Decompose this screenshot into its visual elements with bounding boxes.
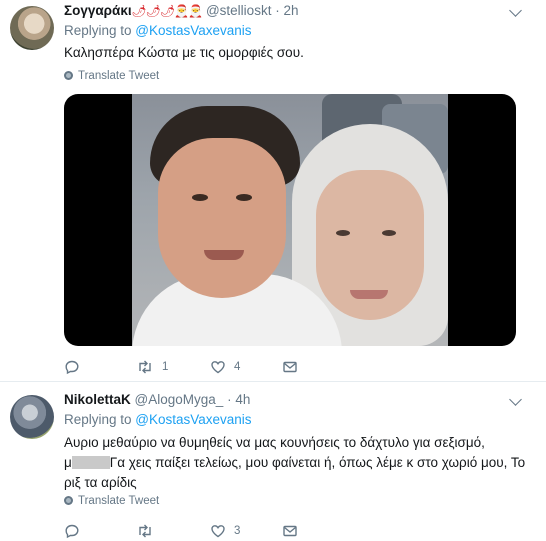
- chili-pepper-icon: 🌶: [131, 4, 147, 18]
- globe-icon: [64, 496, 73, 505]
- name-emoji: 🌶🌶🌶🎅🎅: [131, 4, 204, 18]
- tweet-header: Σογγαράκι🌶🌶🌶🎅🎅 @stellioskt · 2h: [64, 2, 299, 20]
- tweet-text-line: μ Γα χεις παίξει τελείως, μου φαίνεται ή,…: [64, 453, 526, 473]
- like-button[interactable]: 3: [210, 521, 240, 541]
- tweet-header: NikolettaK @AlogoMyga_ · 4h: [64, 391, 250, 409]
- tweet-text: Αυριο μεθαύριο να θυμηθείς να μας κουνήσ…: [64, 433, 526, 493]
- display-name[interactable]: NikolettaK: [64, 392, 131, 407]
- translate-tweet-link[interactable]: Translate Tweet: [64, 69, 159, 83]
- tweet-actions: 1 4: [64, 357, 364, 377]
- replying-to: Replying to @KostasVaxevanis: [64, 22, 252, 40]
- tweet-text-line: ριξ τα αρίδις: [64, 475, 137, 490]
- tweet[interactable]: NikolettaK @AlogoMyga_ · 4h Replying to …: [0, 381, 546, 539]
- heart-icon: [211, 525, 225, 538]
- avatar[interactable]: [10, 6, 54, 50]
- santa-icon: 🎅: [188, 4, 203, 18]
- tweet[interactable]: Σογγαράκι🌶🌶🌶🎅🎅 @stellioskt · 2h Replying…: [0, 0, 546, 381]
- direct-message-button[interactable]: [282, 521, 298, 541]
- tweet-actions: 3: [64, 521, 364, 541]
- translate-label: Translate Tweet: [78, 495, 160, 507]
- chili-pepper-icon: 🌶: [145, 4, 161, 18]
- chili-pepper-icon: 🌶: [160, 4, 175, 18]
- reply-icon: [65, 360, 79, 375]
- reply-icon: [65, 524, 79, 539]
- reply-button[interactable]: [64, 521, 88, 541]
- separator-dot: ·: [275, 3, 280, 18]
- tweet-text-fragment: Γα χεις παίξει τελείως, μου φαίνεται ή, …: [109, 455, 526, 470]
- direct-message-button[interactable]: [282, 357, 298, 377]
- separator-dot: ·: [227, 392, 232, 407]
- heart-icon: [211, 361, 225, 374]
- translate-tweet-link[interactable]: Translate Tweet: [64, 494, 159, 508]
- replying-to: Replying to @KostasVaxevanis: [64, 411, 252, 429]
- redaction-block: [71, 456, 110, 469]
- retweet-button[interactable]: [136, 521, 162, 541]
- globe-icon: [64, 71, 73, 80]
- tweet-text: Καλησπέρα Κώστα με τις ομορφιές σου.: [64, 45, 304, 60]
- tweet-text-fragment: μ: [64, 455, 72, 470]
- selfie-photo: [132, 94, 448, 346]
- replying-to-link[interactable]: @KostasVaxevanis: [135, 412, 251, 427]
- retweet-icon: [139, 360, 151, 374]
- replying-to-link[interactable]: @KostasVaxevanis: [135, 23, 251, 38]
- avatar[interactable]: [10, 395, 54, 439]
- user-handle[interactable]: @stellioskt: [206, 3, 271, 18]
- tweet-media-photo[interactable]: [64, 94, 516, 346]
- like-count: 4: [234, 361, 241, 373]
- chevron-down-icon[interactable]: [509, 393, 522, 406]
- user-handle[interactable]: @AlogoMyga_: [135, 392, 224, 407]
- envelope-icon: [283, 361, 297, 373]
- timestamp[interactable]: 4h: [235, 392, 250, 407]
- retweet-button[interactable]: 1: [136, 357, 168, 377]
- chevron-down-icon[interactable]: [509, 4, 522, 17]
- replying-to-label: Replying to: [64, 23, 136, 38]
- envelope-icon: [283, 525, 297, 537]
- santa-icon: 🎅: [174, 4, 189, 18]
- like-count: 3: [234, 525, 241, 537]
- timestamp[interactable]: 2h: [283, 3, 298, 18]
- reply-button[interactable]: [64, 357, 88, 377]
- display-name[interactable]: Σογγαράκι: [64, 3, 132, 18]
- replying-to-label: Replying to: [64, 412, 136, 427]
- retweet-icon: [139, 524, 151, 538]
- tweet-text-line: Αυριο μεθαύριο να θυμηθείς να μας κουνήσ…: [64, 435, 485, 450]
- like-button[interactable]: 4: [210, 357, 240, 377]
- translate-label: Translate Tweet: [78, 70, 160, 82]
- retweet-count: 1: [162, 361, 169, 373]
